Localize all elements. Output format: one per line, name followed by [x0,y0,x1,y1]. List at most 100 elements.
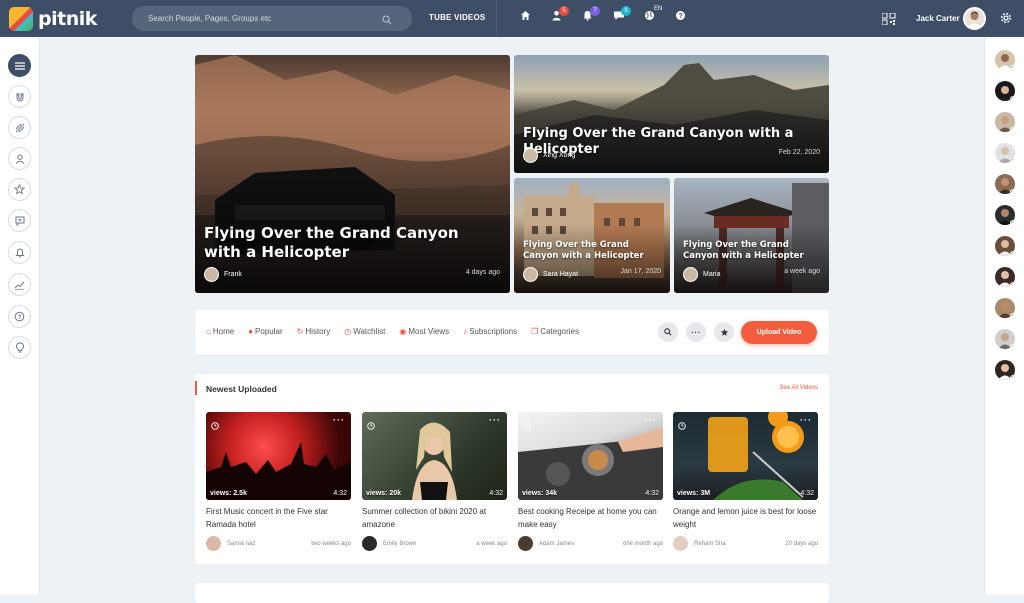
friend-avatar[interactable] [995,205,1015,225]
friend-avatar[interactable] [995,236,1015,256]
video-card[interactable]: ··· views: 3M 4:32 Orange and lemon juic… [673,412,818,551]
friend-avatar[interactable] [995,360,1015,380]
author-name[interactable]: Emily Brown [383,541,476,547]
user-name[interactable]: Jack Carter [916,14,960,23]
featured-video-main[interactable]: Flying Over the Grand Canyon with a Heli… [195,55,510,293]
tube-videos-link[interactable]: TUBE VIDEOS [429,13,485,22]
sidebar-item-analytics[interactable] [8,273,31,296]
nav-popular[interactable]: ● Popular [248,327,282,336]
friend-avatar[interactable] [995,267,1015,287]
top-bar: pitnik TUBE VIDEOS 5 7 9 EN ? [0,0,1024,37]
video-views: views: 2.5k [210,490,247,497]
sidebar-item-notifications[interactable] [8,241,31,264]
author-avatar[interactable] [518,536,533,551]
search-icon[interactable] [382,12,392,30]
sidebar-item-profile[interactable] [8,147,31,170]
video-title[interactable]: Orange and lemon juice is best for loose… [673,506,818,532]
author-name[interactable]: Reham Sha [694,541,785,547]
nav-subscriptions[interactable]: ♪ Subscriptions [463,327,517,336]
author-avatar[interactable] [206,536,221,551]
video-card[interactable]: ··· views: 20k 4:32 Summer collection of… [362,412,507,551]
upload-video-button[interactable]: Upload Video [741,321,817,344]
nav-most-views[interactable]: ◉ Most Views [399,327,449,336]
left-sidebar: ? [0,37,40,595]
notifications-button[interactable]: 7 [572,6,603,28]
friend-avatar[interactable] [995,81,1015,101]
nav-home[interactable]: ⌂ Home [206,327,234,336]
language-button[interactable]: EN [634,6,665,28]
nav-history[interactable]: ↻ History [297,327,331,336]
featured-video-top-right[interactable]: Flying Over the Grand Canyon with a Heli… [514,55,829,173]
friend-avatar[interactable] [995,298,1015,318]
sidebar-item-favorites[interactable] [8,178,31,201]
more-dots-icon[interactable]: ··· [333,415,345,425]
bell-icon: ♪ [463,327,468,336]
author-avatar[interactable] [204,267,219,282]
qr-code-icon[interactable] [881,12,896,30]
author-name[interactable]: Xing Xong [543,152,575,159]
video-card[interactable]: ··· views: 34k 4:32 Best cooking Receipe… [518,412,663,551]
author-avatar[interactable] [673,536,688,551]
logo[interactable]: pitnik [9,7,97,31]
help-button[interactable]: ? [665,10,696,28]
menu-button[interactable] [8,54,31,77]
clock-icon [523,417,531,435]
friend-avatar[interactable] [995,143,1015,163]
author-avatar[interactable] [683,267,698,282]
nav-watchlist[interactable]: ◷ Watchlist [344,327,385,336]
see-all-videos-link[interactable]: See All Videos [779,385,818,391]
help-icon: ? [676,11,685,20]
more-dots-icon[interactable]: ··· [489,415,501,425]
friend-avatar[interactable] [995,112,1015,132]
featured-title[interactable]: Flying Over the Grand Canyon with a Heli… [683,240,823,262]
sidebar-item-help[interactable]: ? [8,305,31,328]
settings-gear-icon[interactable] [1000,11,1012,29]
featured-title[interactable]: Flying Over the Grand Canyon with a Heli… [204,224,494,262]
friend-avatar[interactable] [995,174,1015,194]
author-name[interactable]: Samia naz [227,541,311,547]
more-options-button[interactable]: ··· [686,322,706,342]
user-avatar[interactable] [963,7,986,30]
video-card[interactable]: ··· views: 2.5k 4:32 First Music concert… [206,412,351,551]
sidebar-item-messages[interactable] [8,209,31,232]
author-name[interactable]: Sara Hayat [543,271,578,278]
author-avatar[interactable] [362,536,377,551]
author-avatar[interactable] [523,267,538,282]
friends-button[interactable]: 5 [541,6,572,28]
author-name[interactable]: Frank [224,271,242,278]
search-input[interactable] [148,14,368,23]
video-thumbnail[interactable]: ··· views: 2.5k 4:32 [206,412,351,500]
video-thumbnail[interactable]: ··· views: 34k 4:32 [518,412,663,500]
search-videos-button[interactable] [658,322,678,342]
video-thumbnail[interactable]: ··· views: 20k 4:32 [362,412,507,500]
home-button[interactable] [510,10,541,28]
language-label: EN [654,6,663,12]
search-box [132,6,412,31]
sidebar-item-magnet[interactable] [8,85,31,108]
divider [496,0,497,37]
author-avatar[interactable] [523,148,538,163]
feed-icon [15,123,24,132]
next-section-card [195,583,829,603]
featured-video-bottom-left[interactable]: Flying Over the Grand Canyon with a Heli… [514,178,670,293]
more-dots-icon[interactable]: ··· [645,415,657,425]
clock-icon [678,417,686,435]
more-dots-icon[interactable]: ··· [800,415,812,425]
author-name[interactable]: Adam James [539,541,623,547]
video-thumbnail[interactable]: ··· views: 3M 4:32 [673,412,818,500]
author-name[interactable]: Maria [703,271,721,278]
video-title[interactable]: Best cooking Receipe at home you can mak… [518,506,663,532]
nav-categories[interactable]: ❐ Categories [531,327,579,336]
magnet-icon [16,92,23,102]
featured-title[interactable]: Flying Over the Grand Canyon with a Heli… [523,240,663,262]
video-title[interactable]: Summer collection of bikini 2020 at amaz… [362,506,507,532]
friend-avatar[interactable] [995,50,1015,70]
friend-avatar[interactable] [995,329,1015,349]
sidebar-item-feed[interactable] [8,116,31,139]
upload-time: a week ago [476,540,507,547]
favorites-button[interactable] [714,322,734,342]
featured-video-bottom-right[interactable]: Flying Over the Grand Canyon with a Heli… [674,178,829,293]
sidebar-item-ideas[interactable] [8,336,31,359]
video-title[interactable]: First Music concert in the Five star Ram… [206,506,351,532]
messages-button[interactable]: 9 [603,6,634,28]
